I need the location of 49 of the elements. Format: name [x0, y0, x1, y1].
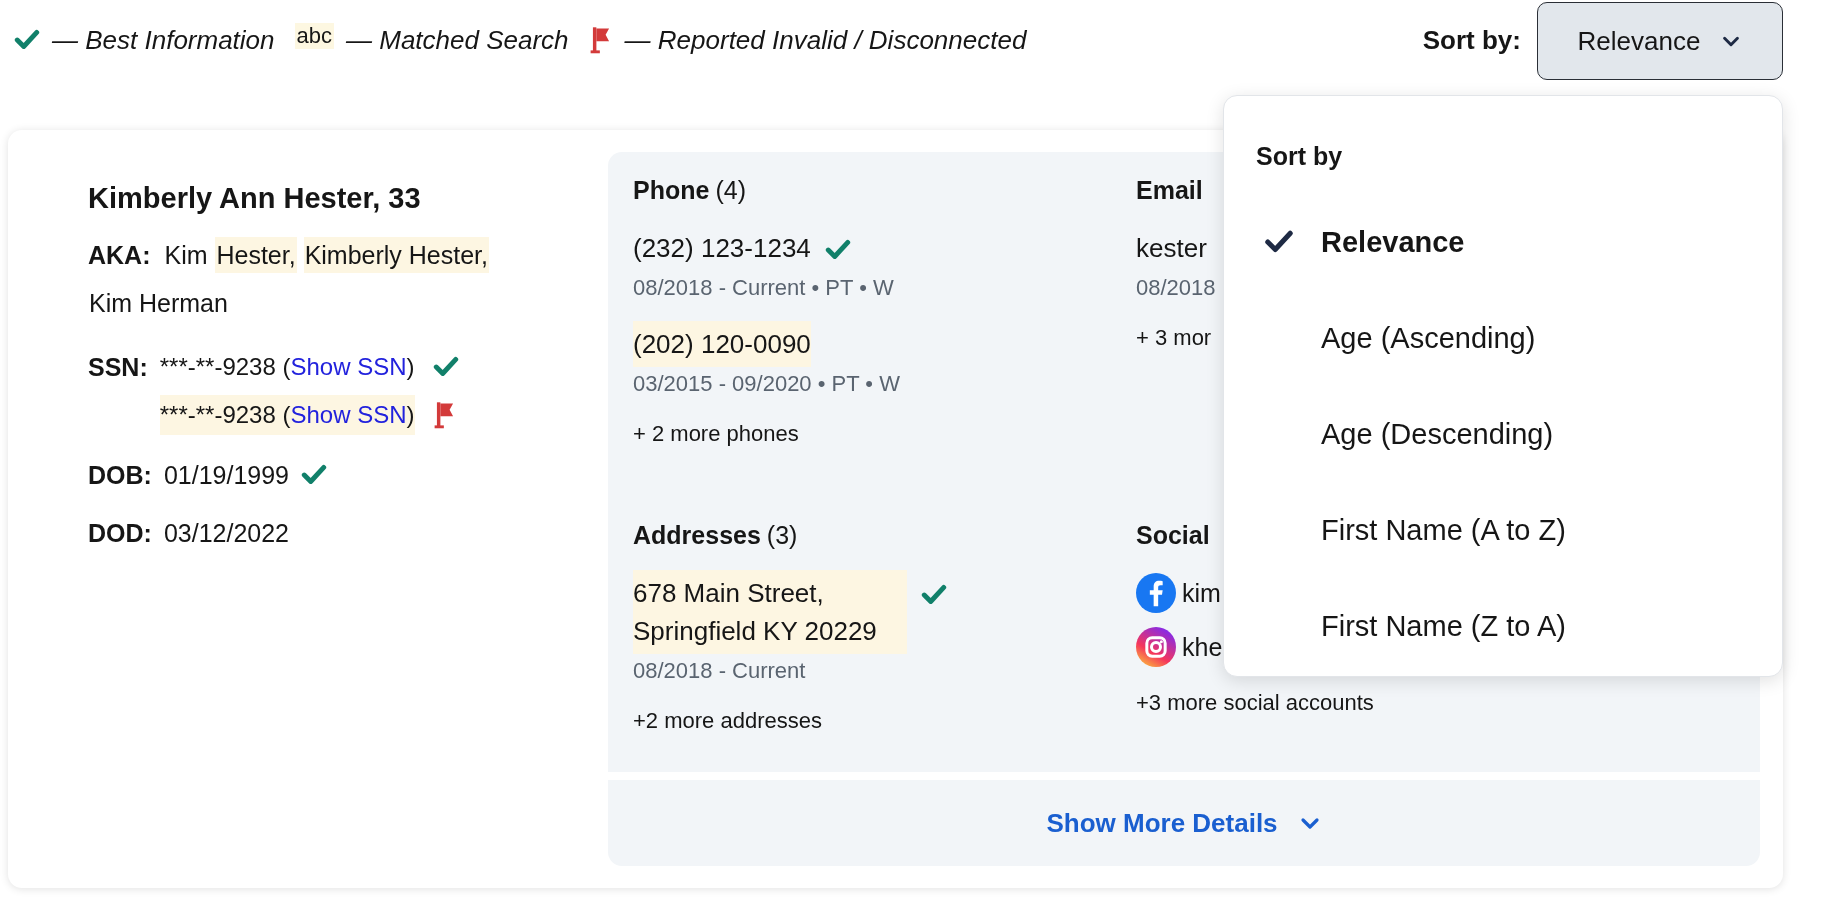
- ssn-value: ***-**-9238 (Show SSN): [159, 352, 415, 382]
- detail-value: 678 Main Street, Springfield KY 20229: [633, 570, 907, 654]
- instagram-icon: [1136, 627, 1176, 667]
- alias-name: Hester,: [215, 237, 297, 273]
- show-ssn-link[interactable]: Show SSN: [290, 401, 407, 428]
- show-more-details-button[interactable]: Show More Details: [608, 780, 1760, 866]
- alias-name: Kim: [163, 240, 209, 271]
- alias-name: Kim Herman: [88, 288, 229, 319]
- section-title: Addresses: [633, 521, 761, 549]
- more-link[interactable]: +2 more addresses: [633, 708, 1136, 734]
- sort-label: Sort by:: [1422, 24, 1521, 56]
- ssn-value: ***-**-9238 (Show SSN): [159, 395, 415, 435]
- field-value: 01/19/1999: [163, 460, 289, 490]
- menu-title: Sort by: [1256, 142, 1344, 172]
- alias-name: Kimberly Hester,: [303, 237, 489, 273]
- section-title: Phone: [633, 176, 710, 204]
- detail-value: (202) 120-0090: [633, 321, 811, 367]
- section-title: Social: [1136, 521, 1210, 549]
- field-value: 03/12/2022: [163, 518, 289, 548]
- menu-option[interactable]: First Name (Z to A): [1256, 578, 1782, 674]
- show-ssn-link[interactable]: Show SSN: [290, 353, 407, 380]
- facebook-icon: [1136, 573, 1176, 613]
- section-count: (3): [766, 521, 798, 549]
- menu-option[interactable]: Relevance: [1256, 194, 1782, 290]
- sort-dropdown[interactable]: Relevance: [1537, 2, 1783, 80]
- detail-value: khe: [1182, 632, 1223, 663]
- field-label: AKA:: [88, 241, 151, 269]
- detail-value: (232) 123-1234: [633, 232, 811, 265]
- menu-option[interactable]: Age (Ascending): [1256, 290, 1782, 386]
- legend-label: — Best Information: [52, 24, 275, 56]
- detail-meta: 08/2018: [1136, 275, 1217, 301]
- person-name: Kimberly Ann Hester, 33: [88, 182, 422, 215]
- field-label: DOD:: [88, 518, 152, 548]
- detail-meta: 08/2018 - Current • PT • W: [633, 275, 895, 301]
- more-link[interactable]: +3 more social accounts: [1136, 690, 1735, 716]
- field-label: DOB:: [88, 460, 152, 490]
- detail-meta: 08/2018 - Current: [633, 658, 807, 684]
- matched-sample: abc: [294, 23, 335, 49]
- legend-label: — Reported Invalid / Disconnected: [624, 24, 1027, 56]
- detail-meta: 03/2015 - 09/2020 • PT • W: [633, 371, 901, 397]
- menu-option[interactable]: First Name (A to Z): [1256, 482, 1782, 578]
- more-link[interactable]: + 2 more phones: [633, 421, 1136, 447]
- section-title: Email: [1136, 176, 1203, 204]
- legend-label: — Matched Search: [346, 24, 569, 56]
- section-count: (4): [715, 176, 746, 204]
- menu-option[interactable]: Age (Descending): [1256, 386, 1782, 482]
- detail-value: kester: [1136, 232, 1207, 265]
- field-label: SSN:: [88, 352, 148, 383]
- detail-value: kim: [1182, 578, 1221, 609]
